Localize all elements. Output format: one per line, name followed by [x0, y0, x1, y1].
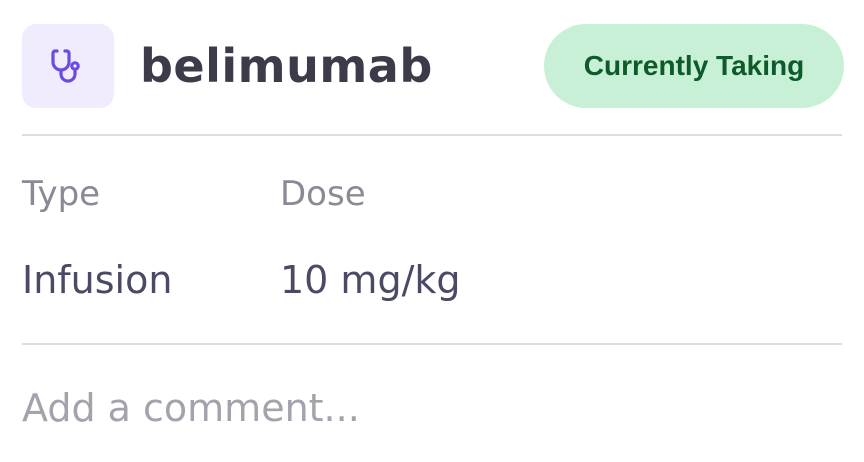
type-value: Infusion: [22, 258, 173, 302]
dose-label: Dose: [280, 174, 366, 214]
status-badge: Currently Taking: [544, 24, 844, 108]
comment-input[interactable]: [22, 378, 842, 438]
medication-icon-tile: [22, 24, 114, 108]
medication-name: belimumab: [140, 39, 433, 93]
details-divider: [22, 343, 842, 345]
medication-header: belimumab Currently Taking: [22, 24, 844, 108]
medication-card: belimumab Currently Taking Type Dose Inf…: [0, 0, 864, 462]
stethoscope-icon: [51, 49, 80, 83]
type-label: Type: [22, 174, 101, 214]
header-divider: [22, 134, 842, 136]
dose-value: 10 mg/kg: [280, 258, 461, 302]
